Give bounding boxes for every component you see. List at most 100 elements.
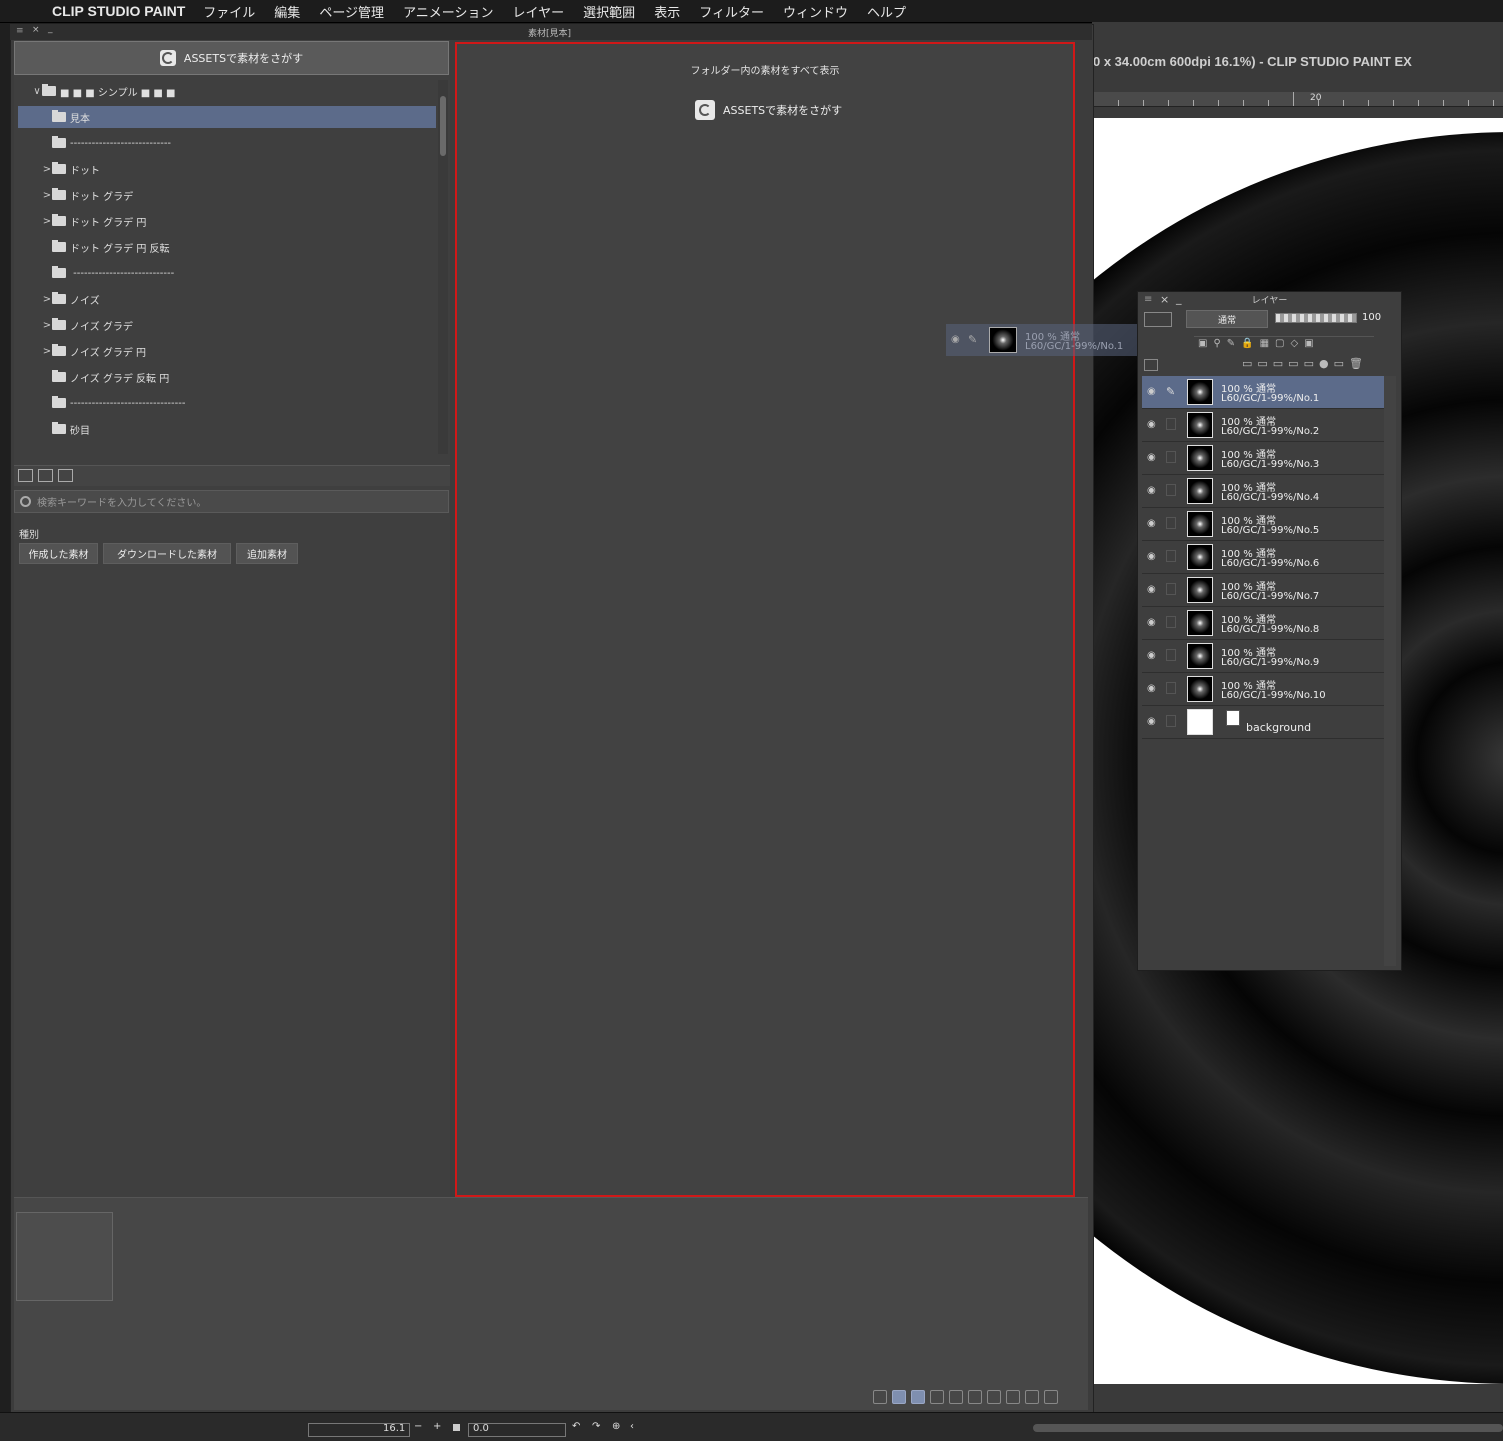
rotate-right-icon[interactable]: ↷: [592, 1421, 600, 1432]
assets-search-button[interactable]: ASSETSで素材をさがす: [14, 41, 449, 75]
layer-row[interactable]: ◉ 100 % 通常 L60/GC/1-99%/No.3: [1142, 442, 1384, 475]
app-menu[interactable]: CLIP STUDIO PAINT: [52, 3, 185, 19]
panel-menu-icon[interactable]: ≡: [16, 26, 24, 36]
list-view-icon[interactable]: [949, 1390, 963, 1404]
search-input[interactable]: 検索キーワードを入力してください。: [14, 490, 449, 513]
checkbox-icon[interactable]: [873, 1390, 887, 1404]
opacity-value[interactable]: 100: [1362, 312, 1381, 323]
delete-folder-icon[interactable]: [38, 469, 53, 482]
chevron-right-icon[interactable]: >: [42, 216, 52, 227]
menu-view[interactable]: 表示: [654, 2, 680, 21]
tree-item-dot-gradient-circle-inverted[interactable]: ドット グラデ 円 反転: [14, 236, 436, 258]
layer-scrollbar[interactable]: [1384, 376, 1396, 966]
tree-item-separator[interactable]: --------------------------------: [14, 392, 436, 414]
layer-row[interactable]: ◉ 100 % 通常 L60/GC/1-99%/No.4: [1142, 475, 1384, 508]
eye-icon[interactable]: ◉: [1147, 452, 1156, 463]
show-all-materials-link[interactable]: フォルダー内の素材をすべて表示: [455, 62, 1075, 77]
new-folder-icon[interactable]: [18, 469, 33, 482]
tree-item-noise[interactable]: > ノイズ: [14, 288, 436, 310]
tree-item-noise-gradient-inverted-circle[interactable]: ノイズ グラデ 反転 円: [14, 366, 436, 388]
layer-edit-toggle[interactable]: [1166, 517, 1176, 529]
favorite-icon[interactable]: [1025, 1390, 1039, 1404]
menu-page[interactable]: ページ管理: [319, 2, 384, 21]
layer-row[interactable]: ◉ 100 % 通常 L60/GC/1-99%/No.5: [1142, 508, 1384, 541]
layer-edit-toggle[interactable]: [1166, 418, 1176, 430]
eye-icon[interactable]: ◉: [1147, 584, 1156, 595]
menu-selection[interactable]: 選択範囲: [583, 2, 635, 21]
chevron-right-icon[interactable]: >: [42, 164, 52, 175]
tree-item-noise-gradient[interactable]: > ノイズ グラデ: [14, 314, 436, 336]
layer-edit-toggle[interactable]: [1166, 451, 1176, 463]
layer-row[interactable]: ◉ 100 % 通常 L60/GC/1-99%/No.2: [1142, 409, 1384, 442]
fit-icon[interactable]: [453, 1424, 460, 1431]
eye-icon[interactable]: ◉: [1147, 419, 1156, 430]
layer-row[interactable]: ◉ 100 % 通常 L60/GC/1-99%/No.6: [1142, 541, 1384, 574]
zoom-out-icon[interactable]: −: [414, 1421, 422, 1432]
assets-search-button-content[interactable]: ASSETSで素材をさがす: [695, 99, 842, 121]
edit-folder-icon[interactable]: [58, 469, 73, 482]
opacity-slider[interactable]: [1275, 313, 1357, 323]
eye-icon[interactable]: ◉: [1147, 650, 1156, 661]
zoom-in-icon[interactable]: +: [433, 1421, 441, 1432]
tree-item-separator[interactable]: ----------------------------: [14, 132, 436, 154]
small-thumbnail-view-icon[interactable]: [930, 1390, 944, 1404]
layer-property-icon[interactable]: [1144, 359, 1158, 371]
layer-edit-toggle[interactable]: [1166, 484, 1176, 496]
layer-edit-toggle[interactable]: [1166, 550, 1176, 562]
menu-edit[interactable]: 編集: [274, 2, 300, 21]
tree-item-separator[interactable]: ----------------------------: [14, 262, 436, 284]
tree-item-dot[interactable]: > ドット: [14, 158, 436, 180]
tree-item-noise-gradient-circle[interactable]: > ノイズ グラデ 円: [14, 340, 436, 362]
menu-animation[interactable]: アニメーション: [403, 2, 493, 21]
reset-rotation-icon[interactable]: ⊕: [612, 1421, 620, 1432]
tree-item-simple[interactable]: ∨ ■ ■ ■ シンプル ■ ■ ■: [14, 80, 436, 102]
menu-help[interactable]: ヘルプ: [867, 2, 906, 21]
minimize-icon[interactable]: _: [48, 24, 53, 34]
chevron-right-icon[interactable]: >: [42, 294, 52, 305]
added-materials-button[interactable]: 追加素材: [236, 543, 298, 564]
layer-edit-toggle[interactable]: [1166, 715, 1176, 727]
layer-color-select[interactable]: [1144, 312, 1172, 327]
layer-edit-toggle[interactable]: [1166, 583, 1176, 595]
eye-icon[interactable]: ◉: [1147, 551, 1156, 562]
tree-item-sand[interactable]: 砂目: [14, 418, 436, 440]
large-thumbnail-view-icon[interactable]: [911, 1390, 925, 1404]
eye-icon[interactable]: ◉: [1147, 518, 1156, 529]
layer-row[interactable]: ◉ 100 % 通常 L60/GC/1-99%/No.8: [1142, 607, 1384, 640]
eye-icon[interactable]: ◉: [1147, 386, 1156, 397]
menu-layer[interactable]: レイヤー: [513, 2, 565, 21]
tree-item-dot-gradient[interactable]: > ドット グラデ: [14, 184, 436, 206]
layer-row[interactable]: ◉ 100 % 通常 L60/GC/1-99%/No.7: [1142, 574, 1384, 607]
chevron-down-icon[interactable]: ∨: [32, 86, 42, 97]
eye-icon[interactable]: ◉: [1147, 617, 1156, 628]
menu-window[interactable]: ウィンドウ: [783, 2, 848, 21]
menu-file[interactable]: ファイル: [203, 2, 255, 21]
paste-to-canvas-icon[interactable]: [987, 1390, 1001, 1404]
layer-row[interactable]: ◉ ✎ 100 % 通常 L60/GC/1-99%/No.1: [1142, 376, 1384, 409]
menu-filter[interactable]: フィルター: [699, 2, 764, 21]
paste-icon[interactable]: [968, 1390, 982, 1404]
layer-row[interactable]: ◉ 100 % 通常 L60/GC/1-99%/No.10: [1142, 673, 1384, 706]
chevron-right-icon[interactable]: >: [42, 190, 52, 201]
pencil-icon[interactable]: ✎: [1166, 385, 1176, 398]
material-content-panel[interactable]: [455, 42, 1075, 1197]
blend-mode-select[interactable]: 通常: [1186, 310, 1268, 328]
layer-row[interactable]: ◉ 100 % 通常 L60/GC/1-99%/No.9: [1142, 640, 1384, 673]
layer-edit-toggle[interactable]: [1166, 682, 1176, 694]
close-icon[interactable]: ×: [32, 25, 40, 35]
layer-edit-toggle[interactable]: [1166, 649, 1176, 661]
layer-edit-toggle[interactable]: [1166, 616, 1176, 628]
tree-scroll-thumb[interactable]: [440, 96, 446, 156]
settings-icon[interactable]: [1006, 1390, 1020, 1404]
trash-icon[interactable]: [1044, 1390, 1058, 1404]
tree-item-sample[interactable]: 見本: [18, 106, 436, 128]
created-materials-button[interactable]: 作成した素材: [19, 543, 98, 564]
background-layer-row[interactable]: ◉ background: [1142, 706, 1384, 739]
collapse-icon[interactable]: ‹: [630, 1421, 634, 1432]
rotate-left-icon[interactable]: ↶: [572, 1421, 580, 1432]
chevron-right-icon[interactable]: >: [42, 320, 52, 331]
layer-lock-tools[interactable]: ▣⚲✎🔒▦▢◇▣: [1198, 338, 1320, 349]
list-detail-view-icon[interactable]: [892, 1390, 906, 1404]
eye-icon[interactable]: ◉: [1147, 683, 1156, 694]
eye-icon[interactable]: ◉: [1147, 485, 1156, 496]
